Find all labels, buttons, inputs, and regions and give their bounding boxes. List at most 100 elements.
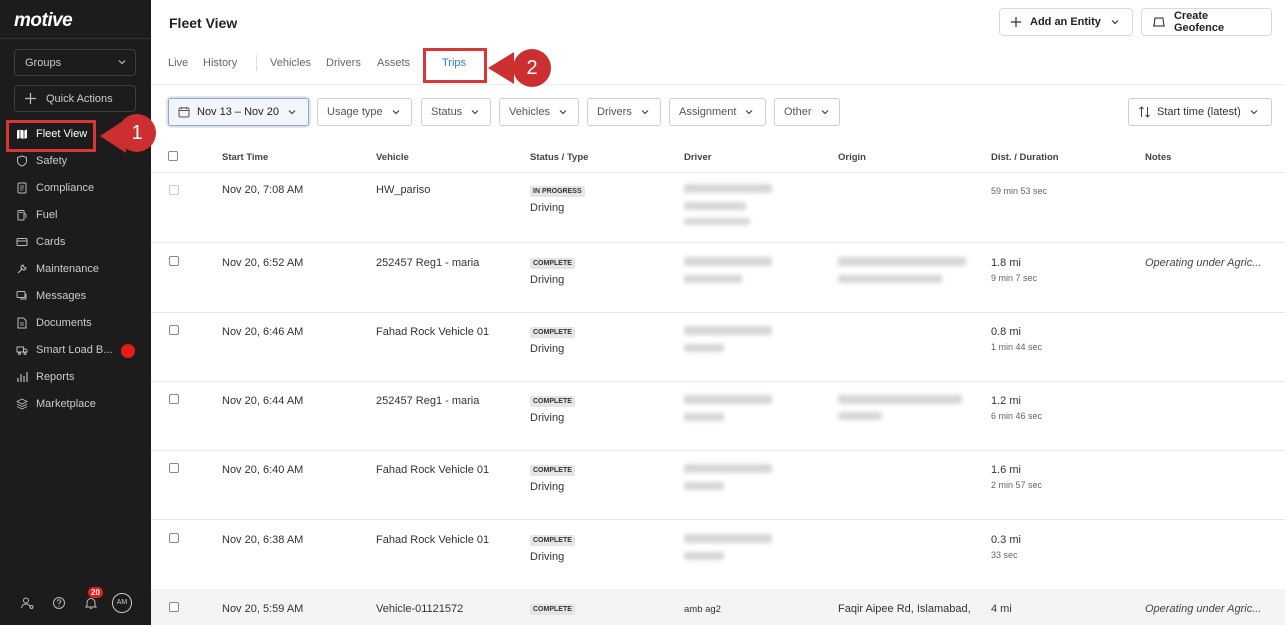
row-checkbox[interactable]: [169, 463, 179, 473]
truck-icon: [16, 346, 28, 355]
sort-dropdown[interactable]: Start time (latest): [1128, 98, 1272, 126]
column-header-driver[interactable]: Driver: [684, 152, 711, 163]
sort-icon: [1139, 106, 1150, 118]
driver-redacted: [684, 344, 724, 352]
tab-drivers[interactable]: Drivers: [326, 57, 361, 69]
sidebar-item-compliance[interactable]: Compliance: [0, 174, 151, 201]
chevron-down-icon: [1111, 20, 1119, 25]
driver-cell[interactable]: amb ag2: [684, 604, 721, 615]
quick-actions-label: Quick Actions: [46, 93, 113, 105]
tab-assets[interactable]: Assets: [377, 57, 410, 69]
chevron-down-icon: [392, 110, 400, 115]
vehicle-cell[interactable]: Fahad Rock Vehicle 01: [376, 464, 489, 476]
sidebar-item-label: Messages: [36, 289, 87, 302]
driver-redacted: [684, 275, 742, 283]
sidebar-item-documents[interactable]: Documents: [0, 309, 151, 336]
vehicles-label: Vehicles: [509, 106, 550, 118]
start-time-cell: Nov 20, 7:08 AM: [222, 184, 304, 196]
chat-icon: [16, 290, 27, 299]
vehicle-cell[interactable]: Fahad Rock Vehicle 01: [376, 534, 489, 546]
quick-actions-button[interactable]: Quick Actions: [14, 85, 136, 112]
column-header-status[interactable]: Status / Type: [530, 152, 588, 163]
vehicle-cell[interactable]: Vehicle-01121572: [376, 603, 463, 615]
page-title: Fleet View: [169, 15, 238, 31]
tab-vehicles[interactable]: Vehicles: [270, 57, 311, 69]
distance-cell: 0.3 mi: [991, 534, 1021, 546]
assignment-filter[interactable]: Assignment: [669, 98, 766, 126]
notes-cell: Operating under Agric...: [1145, 257, 1262, 269]
trip-type-cell: Driving: [530, 343, 565, 355]
card-icon: [16, 237, 28, 246]
callout-2: 2: [513, 49, 551, 87]
status-badge: COMPLETE: [530, 465, 575, 476]
usage-type-filter[interactable]: Usage type: [317, 98, 412, 126]
help-icon[interactable]: [52, 596, 66, 610]
chevron-down-icon: [746, 110, 753, 115]
document-icon: [17, 182, 27, 193]
chevron-down-icon: [471, 110, 479, 115]
tab-history[interactable]: History: [203, 57, 237, 69]
row-checkbox[interactable]: [169, 394, 179, 404]
alert-dot: [121, 344, 135, 358]
sidebar-item-marketplace[interactable]: Marketplace: [0, 390, 151, 417]
column-header-start-time[interactable]: Start Time: [222, 152, 268, 163]
origin-cell: Faqir Aipee Rd, Islamabad,: [838, 603, 971, 615]
origin-redacted: [838, 257, 966, 266]
column-header-vehicle[interactable]: Vehicle: [376, 152, 409, 163]
bell-icon[interactable]: [84, 596, 98, 610]
header-divider: [151, 172, 1285, 173]
status-badge: COMPLETE: [530, 258, 575, 269]
vehicle-cell[interactable]: Fahad Rock Vehicle 01: [376, 326, 489, 338]
groups-dropdown[interactable]: Groups: [14, 49, 136, 76]
create-geofence-button[interactable]: Create Geofence: [1141, 8, 1272, 36]
sidebar-item-label: Safety: [36, 154, 68, 167]
row-divider: [151, 450, 1285, 451]
select-all-checkbox[interactable]: [168, 151, 178, 161]
column-header-distance[interactable]: Dist. / Duration: [991, 152, 1059, 163]
duration-cell: 9 min 7 sec: [991, 273, 1038, 283]
sidebar-item-fuel[interactable]: Fuel: [0, 201, 151, 228]
sidebar-item-maintenance[interactable]: Maintenance: [0, 255, 151, 282]
vehicle-cell[interactable]: 252457 Reg1 - maria: [376, 257, 479, 269]
sidebar-item-cards[interactable]: Cards: [0, 228, 151, 255]
date-range-label: Nov 13 – Nov 20: [197, 106, 279, 118]
drivers-label: Drivers: [597, 106, 632, 118]
duration-cell: 2 min 57 sec: [991, 480, 1043, 490]
other-filter[interactable]: Other: [774, 98, 840, 126]
plus-icon: [1011, 17, 1021, 27]
row-checkbox[interactable]: [169, 185, 179, 195]
wrench-icon: [17, 263, 27, 273]
vehicle-cell[interactable]: HW_pariso: [376, 184, 430, 196]
row-checkbox[interactable]: [169, 602, 179, 612]
row-checkbox[interactable]: [169, 325, 179, 335]
sidebar-item-reports[interactable]: Reports: [0, 363, 151, 390]
sidebar-item-messages[interactable]: Messages: [0, 282, 151, 309]
tab-live[interactable]: Live: [168, 57, 188, 69]
add-entity-button[interactable]: Add an Entity: [999, 8, 1133, 36]
duration-cell: 33 sec: [991, 550, 1018, 560]
status-filter[interactable]: Status: [421, 98, 491, 126]
vehicles-filter[interactable]: Vehicles: [499, 98, 579, 126]
sidebar-divider: [0, 38, 151, 39]
driver-redacted: [684, 257, 772, 266]
avatar[interactable]: AM: [112, 593, 132, 613]
sidebar-item-label: Cards: [36, 235, 66, 248]
vehicle-cell[interactable]: 252457 Reg1 - maria: [376, 395, 479, 407]
start-time-cell: Nov 20, 6:40 AM: [222, 464, 304, 476]
date-range-filter[interactable]: Nov 13 – Nov 20: [168, 98, 309, 126]
motive-logo[interactable]: motive: [14, 10, 73, 32]
start-time-cell: Nov 20, 6:44 AM: [222, 395, 304, 407]
row-checkbox[interactable]: [169, 533, 179, 543]
column-header-notes[interactable]: Notes: [1145, 152, 1171, 163]
driver-redacted: [684, 482, 724, 490]
user-settings-icon[interactable]: [20, 596, 34, 610]
sidebar: motive Groups Quick Actions Fleet View S…: [0, 0, 151, 625]
chevron-down-icon: [288, 110, 296, 115]
drivers-filter[interactable]: Drivers: [587, 98, 661, 126]
row-checkbox[interactable]: [169, 256, 179, 266]
sidebar-item-label: Documents: [36, 316, 92, 329]
row-divider: [151, 519, 1285, 520]
status-badge: COMPLETE: [530, 396, 575, 407]
add-entity-label: Add an Entity: [1030, 16, 1101, 28]
column-header-origin[interactable]: Origin: [838, 152, 866, 163]
